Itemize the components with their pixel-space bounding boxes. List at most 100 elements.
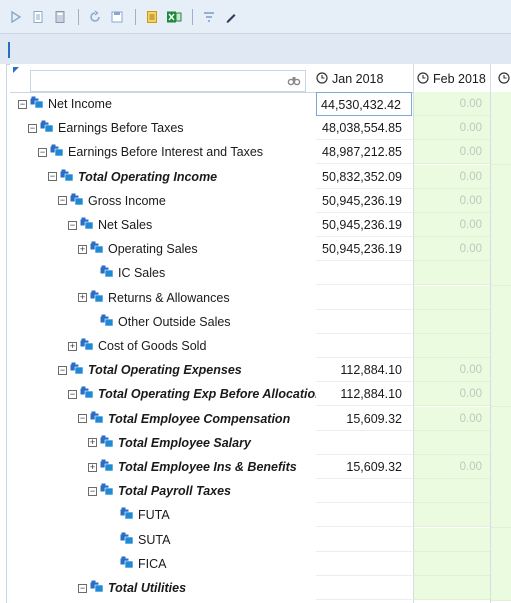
row-label[interactable]: + Total Employee Ins & Benefits [88,455,297,479]
cell-next-month[interactable] [491,358,511,384]
cell-next-month[interactable] [491,382,511,408]
cell-jan-2018[interactable] [316,309,412,334]
table-row[interactable]: + Cost of Goods Sold [0,334,511,359]
cell-feb-2018[interactable]: 0.00 [414,382,490,407]
expand-icon[interactable]: + [88,462,97,472]
excel-icon[interactable] [164,7,184,27]
cell-feb-2018[interactable]: 0.00 [414,116,490,141]
row-label[interactable]: − Earnings Before Taxes [28,116,184,140]
row-label[interactable]: − Total Utilities [78,576,186,600]
cell-next-month[interactable] [491,576,511,601]
cell-jan-2018[interactable] [316,334,412,358]
cell-feb-2018[interactable]: 0.00 [414,237,490,262]
calculator-icon[interactable] [50,7,70,27]
table-row[interactable]: − Total Operating Expenses 112,884.10 0.00 [0,358,511,384]
table-row[interactable]: − Total Payroll Taxes [0,479,511,505]
expand-icon[interactable]: + [68,341,77,351]
table-row[interactable]: + Returns & Allowances [0,285,511,311]
table-row[interactable]: − Gross Income 50,945,236.19 0.00 [0,188,511,214]
table-row[interactable]: FICA [0,551,511,577]
table-row[interactable]: − Total Employee Compensation 15,609.32 0.0… [0,406,511,432]
row-label[interactable]: IC Sales [88,261,165,285]
cell-jan-2018[interactable] [316,527,412,552]
cell-jan-2018[interactable]: 44,530,432.42 [316,92,412,116]
cell-jan-2018[interactable] [316,479,412,504]
expand-icon[interactable]: + [78,293,87,303]
filter-icon[interactable] [199,7,219,27]
cell-jan-2018[interactable]: 50,832,352.09 [316,164,412,189]
row-label[interactable]: + Returns & Allowances [78,286,230,310]
cell-jan-2018[interactable]: 48,987,212.85 [316,140,412,165]
cell-feb-2018[interactable] [414,261,490,286]
cell-feb-2018[interactable]: 0.00 [414,92,490,116]
row-label[interactable]: − Total Payroll Taxes [88,479,231,503]
table-row[interactable]: FUTA [0,503,511,529]
cell-next-month[interactable] [491,455,511,480]
pencil-icon[interactable] [221,7,241,27]
cell-jan-2018[interactable] [316,576,412,600]
collapse-icon[interactable]: − [78,583,87,593]
row-label[interactable]: − Total Operating Exp Before Allocation [68,382,323,406]
collapse-icon[interactable]: − [58,365,67,375]
cell-feb-2018[interactable]: 0.00 [414,358,490,383]
save-icon[interactable] [107,7,127,27]
row-label[interactable]: + Operating Sales [78,237,198,261]
cell-jan-2018[interactable]: 50,945,236.19 [316,237,412,262]
cell-next-month[interactable] [491,309,511,335]
cell-feb-2018[interactable]: 0.00 [414,213,490,237]
row-label[interactable]: − Total Operating Income [48,165,217,189]
row-label[interactable]: + Cost of Goods Sold [68,334,206,358]
row-label[interactable]: − Total Operating Expenses [58,358,242,382]
cell-feb-2018[interactable] [414,551,490,576]
cell-feb-2018[interactable] [414,309,490,334]
row-label[interactable]: − Total Employee Compensation [78,407,290,431]
cell-feb-2018[interactable] [414,479,490,504]
note-icon[interactable] [142,7,162,27]
cell-next-month[interactable] [491,551,511,577]
cell-next-month[interactable] [491,503,511,529]
expand-icon[interactable]: + [78,244,87,254]
cell-jan-2018[interactable]: 15,609.32 [316,455,412,479]
binoculars-icon[interactable] [287,73,301,90]
column-header-feb[interactable]: Feb 2018 [417,68,486,90]
cell-next-month[interactable] [491,479,511,505]
cell-feb-2018[interactable] [414,576,490,600]
row-label[interactable]: FICA [108,552,166,576]
cell-feb-2018[interactable]: 0.00 [414,406,490,431]
row-label[interactable]: − Net Income [18,92,112,116]
cell-feb-2018[interactable]: 0.00 [414,188,490,213]
cell-jan-2018[interactable] [316,285,412,310]
table-row[interactable]: − Total Operating Exp Before Allocation 11… [0,382,511,408]
table-row[interactable]: + Total Employee Salary [0,430,511,456]
cell-next-month[interactable] [491,237,511,263]
row-label[interactable]: − Net Sales [68,213,152,237]
row-label[interactable]: FUTA [108,503,170,527]
table-row[interactable]: − Earnings Before Interest and Taxes 48,98… [0,140,511,166]
cell-feb-2018[interactable]: 0.00 [414,455,490,479]
collapse-icon[interactable]: − [28,123,37,133]
cell-feb-2018[interactable]: 0.00 [414,164,490,189]
column-header-next[interactable] [498,68,511,90]
cell-next-month[interactable] [491,213,511,238]
row-label[interactable]: SUTA [108,528,170,552]
cell-next-month[interactable] [491,334,511,359]
cell-jan-2018[interactable]: 50,945,236.19 [316,188,412,213]
cell-feb-2018[interactable] [414,334,490,358]
cell-jan-2018[interactable]: 48,038,554.85 [316,116,412,141]
table-row[interactable]: SUTA [0,527,511,553]
row-label[interactable]: − Earnings Before Interest and Taxes [38,140,263,164]
table-row[interactable]: − Earnings Before Taxes 48,038,554.85 0.00 [0,116,511,142]
search-input[interactable] [30,70,306,92]
document-icon[interactable] [28,7,48,27]
cell-next-month[interactable] [491,285,511,311]
row-label[interactable]: Other Outside Sales [88,310,231,334]
cell-jan-2018[interactable] [316,430,412,455]
table-row[interactable]: − Total Operating Income 50,832,352.09 0.00 [0,164,511,190]
collapse-icon[interactable]: − [68,220,77,230]
collapse-icon[interactable]: − [18,99,27,109]
table-row[interactable]: IC Sales [0,261,511,287]
collapse-icon[interactable]: − [38,147,47,157]
collapse-icon[interactable]: − [78,414,87,424]
table-row[interactable]: + Operating Sales 50,945,236.19 0.00 [0,237,511,263]
cell-next-month[interactable] [491,261,511,287]
